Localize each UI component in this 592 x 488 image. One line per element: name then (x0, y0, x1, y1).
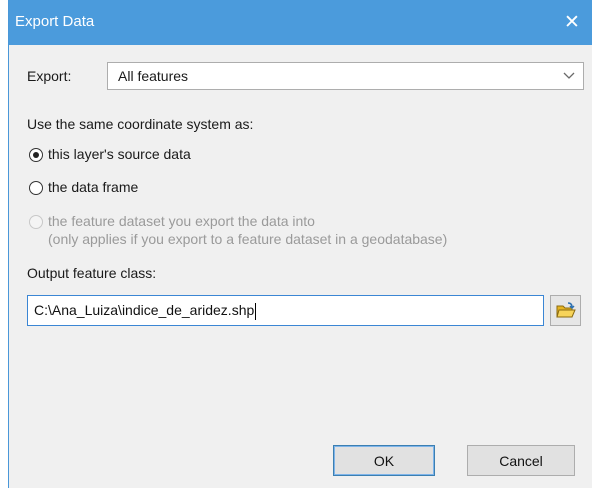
radio-source-data-label: this layer's source data (48, 146, 191, 162)
output-path-value: C:\Ana_Luiza\indice_de_aridez.shp (34, 302, 255, 318)
export-selected-value: All features (118, 68, 189, 84)
cancel-button[interactable]: Cancel (467, 445, 575, 476)
export-data-dialog: Export Data ✕ Export: All features Use t… (8, 0, 592, 488)
text-caret (255, 302, 257, 320)
radio-button-checked[interactable] (29, 148, 43, 162)
export-label: Export: (27, 68, 72, 84)
chevron-down-icon (563, 72, 575, 79)
dialog-title: Export Data (15, 13, 95, 30)
radio-data-frame[interactable]: the data frame (29, 179, 189, 201)
radio-button[interactable] (29, 181, 43, 195)
export-dropdown[interactable]: All features (107, 62, 584, 90)
radio-source-data[interactable]: this layer's source data (29, 146, 249, 168)
radio-data-frame-label: the data frame (48, 179, 139, 195)
ok-button[interactable]: OK (333, 445, 435, 476)
radio-feature-dataset-label: the feature dataset you export the data … (48, 213, 315, 229)
coordinate-system-heading: Use the same coordinate system as: (27, 116, 254, 132)
open-folder-icon (555, 301, 576, 317)
browse-button[interactable] (550, 295, 581, 326)
radio-button-disabled (29, 215, 43, 229)
close-icon[interactable]: ✕ (552, 0, 592, 45)
output-feature-class-label: Output feature class: (27, 265, 157, 281)
radio-feature-dataset-sublabel: (only applies if you export to a feature… (48, 231, 448, 247)
output-path-input[interactable]: C:\Ana_Luiza\indice_de_aridez.shp (27, 295, 544, 326)
title-bar: Export Data ✕ (9, 0, 592, 45)
radio-feature-dataset: the feature dataset you export the data … (29, 213, 569, 253)
